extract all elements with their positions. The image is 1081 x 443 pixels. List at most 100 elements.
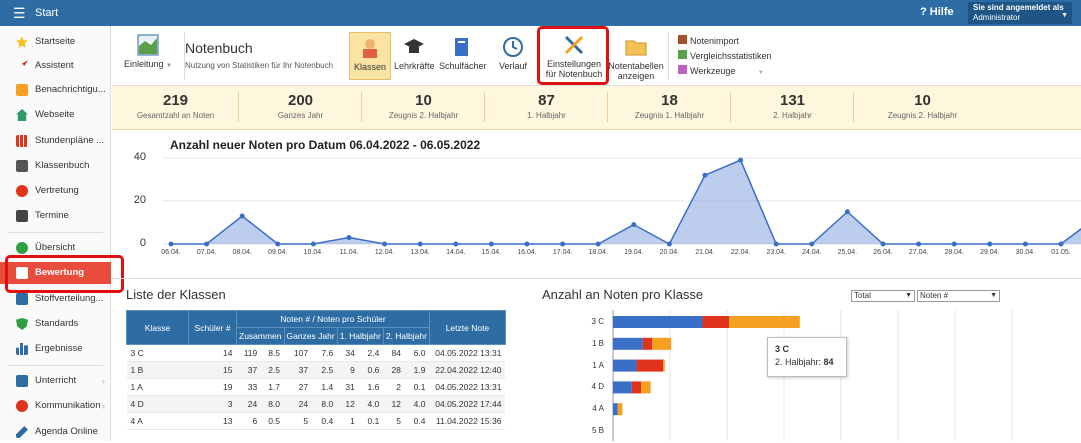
help-link[interactable]: ? Hilfe xyxy=(920,6,954,18)
x-tick: 19.04. xyxy=(624,249,644,256)
table-row[interactable]: 3 C 14 119 8.5 107 7.6 34 2.4 84 6.0 04.05.2022 13… xyxy=(126,344,506,362)
sidebar-item-benachrichtigung[interactable]: Benachrichtigu... xyxy=(0,79,111,101)
cell: 2.4 xyxy=(358,344,384,362)
col-schueler[interactable]: Schüler # xyxy=(188,310,237,345)
book-icon xyxy=(16,160,28,172)
x-tick: 27.04. xyxy=(908,249,929,256)
cell: 8.0 xyxy=(312,395,338,413)
cell: 27 xyxy=(284,378,313,396)
kpi-value: 18 xyxy=(661,92,678,109)
start-link[interactable]: Start xyxy=(35,7,58,19)
bar-segment xyxy=(652,337,672,350)
data-point xyxy=(488,241,494,247)
kpi-bar: 219 Gesamtzahl an Noten 200 Ganzes Jahr 10… xyxy=(112,86,1081,130)
sidebar-item-label: Benachrichtigu... xyxy=(35,84,106,95)
cell: 8.0 xyxy=(261,395,285,413)
cell: 4.0 xyxy=(358,395,384,413)
chevron-down-icon: ▼ xyxy=(757,70,764,76)
menu-icon[interactable]: ☰ xyxy=(13,6,26,20)
kpi-label: 1. Halbjahr xyxy=(527,111,566,120)
table-row[interactable]: 1 A 19 33 1.7 27 1.4 31 1.6 2 0.1 04.05.2022 13:31 xyxy=(126,378,506,396)
data-point xyxy=(951,241,957,247)
tab-label: Klassen xyxy=(353,62,387,72)
tab-verlauf[interactable]: Verlauf xyxy=(494,36,532,71)
col-zusammen[interactable]: Zusammen xyxy=(236,327,285,345)
tab-schulfaecher[interactable]: Schulfächer xyxy=(439,36,487,71)
cell: 15 xyxy=(188,361,237,379)
top-bar: ☰ Start ? Hilfe Sie sind angemeldet als … xyxy=(0,0,1081,26)
table-row[interactable]: 4 D 3 24 8.0 24 8.0 12 4.0 12 4.0 04.05.2022 17:44 xyxy=(126,395,506,413)
cell: 1.4 xyxy=(312,378,338,396)
sidebar-item-termine[interactable]: Termine xyxy=(0,205,111,227)
col-ganzes-jahr[interactable]: Ganzes Jahr xyxy=(283,327,338,345)
cell: 33 xyxy=(236,378,262,396)
tab-label: Verlauf xyxy=(498,61,528,71)
col-letzte-note[interactable]: Letzte Note xyxy=(428,310,506,345)
kpi-item: 200 Ganzes Jahr xyxy=(239,86,362,130)
cell: 0.1 xyxy=(404,378,430,396)
x-tick: 28.04. xyxy=(944,249,964,256)
cell: 19 xyxy=(188,378,237,396)
data-point xyxy=(880,241,886,247)
metric-select[interactable]: Noten # ▼ xyxy=(917,290,1000,302)
col-klasse[interactable]: Klasse xyxy=(126,310,189,345)
sidebar-item-standards[interactable]: Standards xyxy=(0,313,111,335)
cell-klasse: 1 B xyxy=(126,361,189,379)
col-halbjahr-1[interactable]: 1. Halbjahr xyxy=(336,327,384,345)
x-tick: 14.04. xyxy=(446,249,466,256)
sidebar-item-klassenbuch[interactable]: Klassenbuch xyxy=(0,155,111,177)
bar-segment xyxy=(663,359,665,372)
sidebar-divider xyxy=(8,365,103,366)
kpi-item: 18 Zeugnis 1. Halbjahr xyxy=(608,86,731,130)
import-link[interactable]: Notenimport xyxy=(678,34,772,49)
user-menu[interactable]: Sie sind angemeldet als Administrator ▼ xyxy=(968,2,1072,24)
total-select[interactable]: Total ▼ xyxy=(851,290,915,302)
cell: 1.9 xyxy=(404,361,430,379)
cell: 34 xyxy=(337,344,359,362)
students-icon xyxy=(363,39,377,58)
cell-date: 22.04.2022 12:40 xyxy=(429,361,506,379)
data-point xyxy=(1022,241,1028,247)
x-tick: 20.04. xyxy=(659,249,680,256)
cell-date: 11.04.2022 15:36 xyxy=(429,412,506,430)
sidebar-item-agenda[interactable]: Agenda Online xyxy=(0,421,111,443)
sidebar-item-stundenplaene[interactable]: Stundenpläne ... xyxy=(0,130,111,152)
tab-lehrkraefte[interactable]: Lehrkräfte xyxy=(394,36,435,71)
tab-klassen[interactable]: Klassen xyxy=(349,32,391,80)
tools-link[interactable]: Werkzeuge ▼ xyxy=(678,64,772,81)
col-halbjahr-2[interactable]: 2. Halbjahr xyxy=(382,327,430,345)
data-point xyxy=(204,241,210,247)
x-tick: 08.04. xyxy=(232,249,252,256)
compare-link[interactable]: Vergleichsstatistiken xyxy=(678,49,772,64)
chevron-down-icon: ▼ xyxy=(166,63,172,69)
sidebar-item-assistent[interactable]: Assistent xyxy=(0,55,111,77)
sidebar-item-vertretung[interactable]: Vertretung xyxy=(0,180,111,202)
x-tick: 29.04. xyxy=(980,249,1000,256)
sidebar-item-unterricht[interactable]: Unterricht › xyxy=(0,370,111,392)
intro-button[interactable]: Einleitung ▼ xyxy=(118,34,178,71)
cell: 5 xyxy=(383,412,405,430)
cell: 6.0 xyxy=(404,344,430,362)
chart-tooltip: 3 C 2. Halbjahr: 84 xyxy=(767,337,847,377)
sidebar-item-startseite[interactable]: Startseite xyxy=(0,31,111,53)
bar-segment xyxy=(613,316,703,328)
data-point xyxy=(631,222,637,228)
tools-label: Werkzeuge xyxy=(690,66,736,76)
tables-label-2: anzeigen xyxy=(617,71,655,81)
table-row[interactable]: 4 A 13 6 0.5 5 0.4 1 0.1 5 0.4 11.04.2022 15:36 xyxy=(126,412,506,430)
x-tick: 17.04. xyxy=(552,249,573,256)
sidebar-item-ergebnisse[interactable]: Ergebnisse xyxy=(0,338,111,360)
chevron-down-icon: ▼ xyxy=(905,292,912,299)
x-tick: 24.04. xyxy=(802,249,822,256)
tooltip-label: 2. Halbjahr: xyxy=(775,357,822,367)
bar-segment xyxy=(729,316,800,328)
data-point xyxy=(809,241,815,247)
cell: 0.4 xyxy=(404,412,430,430)
chevron-right-icon: › xyxy=(102,376,105,386)
show-tables-button[interactable]: Notentabellen anzeigen xyxy=(608,36,664,81)
sidebar-item-webseite[interactable]: Webseite xyxy=(0,104,111,126)
table-row[interactable]: 1 B 15 37 2.5 37 2.5 9 0.6 28 1.9 22.04.2022 12:40 xyxy=(126,361,506,379)
compare-label: Vergleichsstatistiken xyxy=(690,51,772,61)
home-icon xyxy=(16,109,28,121)
sidebar-item-kommunikation[interactable]: Kommunikation › xyxy=(0,395,111,417)
